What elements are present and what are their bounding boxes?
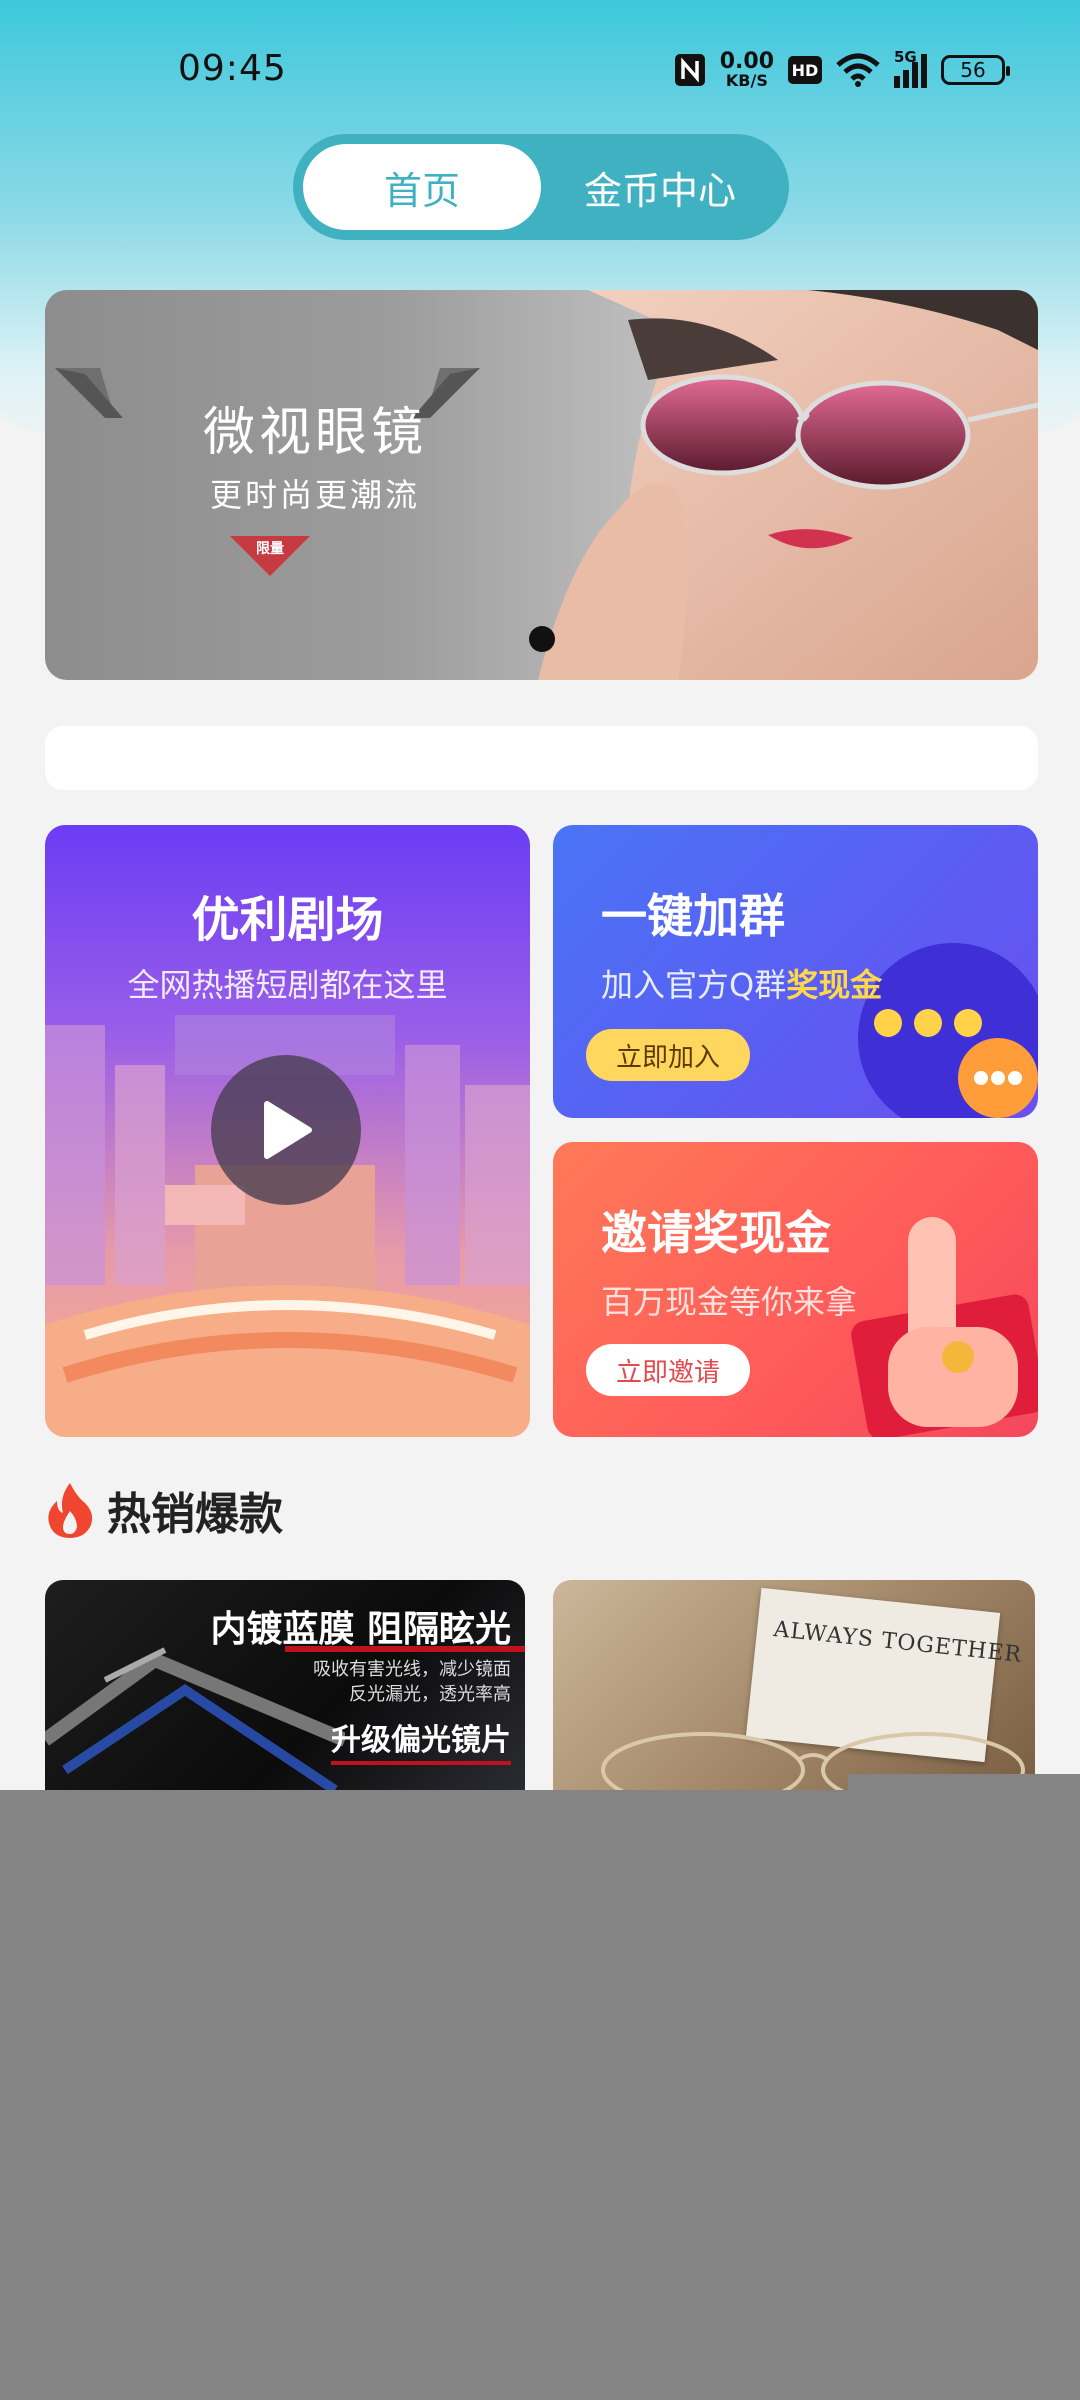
invite-button[interactable]: 立即邀请: [586, 1344, 750, 1396]
overlay-sheet-tab: [848, 1774, 1080, 1790]
theater-subtitle: 全网热播短剧都在这里: [127, 966, 448, 1004]
wifi-icon: [836, 53, 880, 87]
product-card[interactable]: 内镀蓝膜 阻隔眩光 吸收有害光线，减少镜面 反光漏光，透光率高 升级偏光镜片: [45, 1580, 525, 1790]
status-icons: 0.00 KB/S HD 5G 56: [674, 48, 1010, 92]
hot-section-header: 热销爆款: [45, 1475, 283, 1545]
status-bar: 09:45 0.00 KB/S HD 5G 56: [0, 0, 1080, 140]
join-group-title: 一键加群: [601, 889, 785, 943]
sunglasses-model-image: [538, 290, 1038, 680]
cellular-signal-icon: 5G: [894, 48, 927, 88]
theater-title: 优利剧场: [191, 892, 384, 948]
status-time: 09:45: [178, 48, 287, 89]
top-tab-switcher: 首页 金币中心: [293, 134, 789, 240]
limited-tag-label: 限量: [256, 541, 284, 557]
modal-overlay[interactable]: [0, 1790, 1080, 2400]
flame-icon: [48, 1483, 93, 1538]
invite-title: 邀请奖现金: [601, 1206, 831, 1260]
tab-coin-center[interactable]: 金币中心: [541, 144, 779, 230]
theater-card[interactable]: 优利剧场 全网热播短剧都在这里: [45, 825, 530, 1437]
carousel-indicator-dot[interactable]: [529, 626, 555, 652]
hot-section-title: 热销爆款: [107, 1489, 283, 1540]
join-group-subtitle: 加入官方Q群奖现金: [601, 966, 883, 1004]
hd-icon: HD: [788, 56, 822, 84]
join-group-button[interactable]: 立即加入: [586, 1029, 750, 1081]
invite-card[interactable]: 邀请奖现金 百万现金等你来拿 立即邀请: [553, 1142, 1038, 1437]
invite-subtitle: 百万现金等你来拿: [601, 1283, 858, 1321]
banner-subtitle: 更时尚更潮流: [209, 476, 420, 514]
tab-home[interactable]: 首页: [303, 144, 541, 230]
nfc-icon: [674, 54, 705, 86]
product-desc-line: 吸收有害光线，减少镜面: [313, 1659, 511, 1680]
play-button[interactable]: [211, 1055, 361, 1205]
join-group-card[interactable]: 一键加群 加入官方Q群奖现金 立即加入: [553, 825, 1038, 1118]
chat-bubble-icon: [858, 943, 1038, 1118]
notice-bar[interactable]: [45, 726, 1038, 790]
product-headline: 内镀蓝膜 阻隔眩光: [210, 1609, 511, 1650]
product-tagline: 升级偏光镜片: [331, 1715, 511, 1765]
network-speed: 0.00 KB/S: [719, 49, 774, 90]
battery-icon: 56: [941, 55, 1010, 85]
banner-title: 微视眼镜: [202, 403, 427, 463]
hand-gift-icon: [851, 1217, 1038, 1437]
promo-banner[interactable]: 微视眼镜 更时尚更潮流 限量: [45, 290, 1038, 680]
product-desc-line: 反光漏光，透光率高: [349, 1684, 511, 1705]
play-icon: [264, 1101, 312, 1159]
product-card[interactable]: ALWAYS TOGETHER: [553, 1580, 1035, 1790]
